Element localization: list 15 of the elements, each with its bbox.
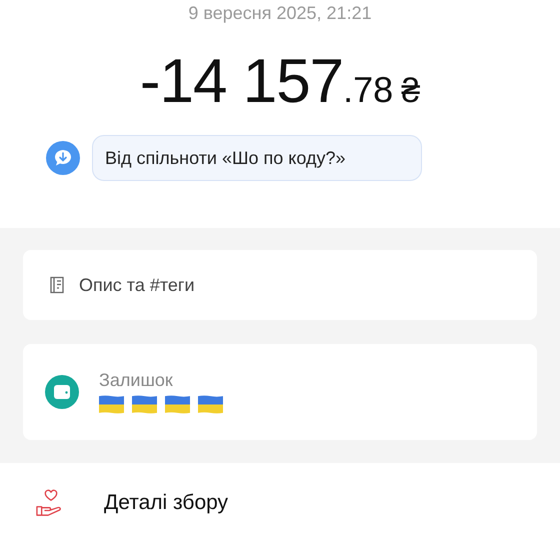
flag-icon xyxy=(198,395,223,414)
flag-icon xyxy=(165,395,190,414)
description-card[interactable]: Опис та #теги xyxy=(23,250,537,320)
transaction-date: 9 вересня 2025, 21:21 xyxy=(188,3,372,24)
comment-bubble: Від спільноти «Шо по коду?» xyxy=(92,135,422,181)
details-row[interactable]: Деталі збору xyxy=(0,463,560,543)
flag-icon xyxy=(99,395,124,414)
chat-download-icon xyxy=(46,141,80,175)
transaction-amount: -14 157.78 ₴ xyxy=(140,46,420,117)
details-label: Деталі збору xyxy=(104,491,228,515)
notebook-icon xyxy=(49,276,65,294)
flag-icon xyxy=(132,395,157,414)
wallet-icon xyxy=(45,375,79,409)
description-label: Опис та #теги xyxy=(79,274,195,296)
balance-label: Залишок xyxy=(99,370,174,391)
